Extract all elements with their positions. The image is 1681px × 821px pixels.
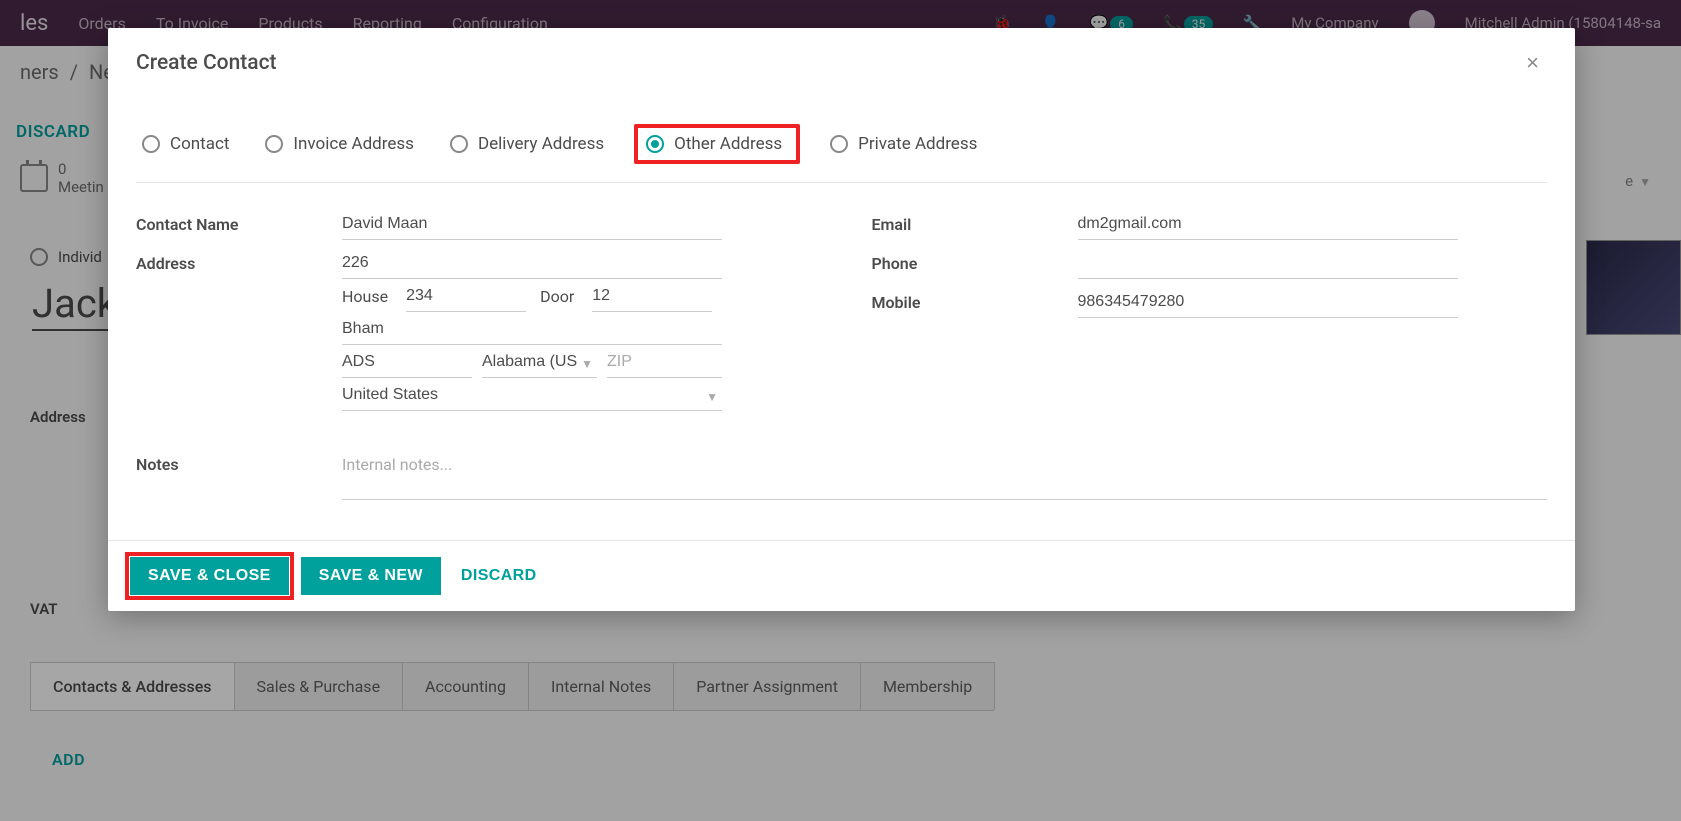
radio-icon (265, 135, 283, 153)
label-contact-name: Contact Name (136, 209, 342, 234)
radio-private-address[interactable]: Private Address (824, 130, 983, 158)
input-door[interactable] (592, 281, 712, 312)
form-grid: Contact Name Address House Door (136, 209, 1547, 419)
input-street2[interactable] (342, 314, 722, 345)
radio-delivery-address[interactable]: Delivery Address (444, 130, 610, 158)
form-col-left: Contact Name Address House Door (136, 209, 812, 419)
radio-label: Invoice Address (293, 134, 414, 154)
radio-contact[interactable]: Contact (136, 130, 235, 158)
radio-other-address[interactable]: Other Address (634, 124, 800, 164)
create-contact-modal: Create Contact × Contact Invoice Address… (108, 28, 1575, 611)
input-phone[interactable] (1078, 248, 1458, 279)
label-address: Address (136, 248, 342, 273)
notes-row: Notes (136, 449, 1547, 500)
save-new-button[interactable]: SAVE & NEW (301, 557, 441, 595)
label-mobile: Mobile (872, 287, 1078, 312)
label-phone: Phone (872, 248, 1078, 273)
label-house: House (342, 287, 388, 306)
input-state[interactable] (482, 347, 597, 378)
radio-icon (450, 135, 468, 153)
discard-button[interactable]: DISCARD (453, 557, 555, 595)
input-city[interactable] (342, 347, 472, 378)
input-contact-name[interactable] (342, 209, 722, 240)
input-email[interactable] (1078, 209, 1458, 240)
input-street[interactable] (342, 248, 722, 279)
radio-label: Delivery Address (478, 134, 604, 154)
input-house[interactable] (406, 281, 526, 312)
address-type-radios: Contact Invoice Address Delivery Address… (136, 106, 1547, 183)
radio-icon (142, 135, 160, 153)
radio-invoice-address[interactable]: Invoice Address (259, 130, 420, 158)
close-button[interactable]: × (1518, 46, 1547, 80)
radio-label: Private Address (858, 134, 977, 154)
modal-title: Create Contact (136, 51, 277, 75)
input-mobile[interactable] (1078, 287, 1458, 318)
label-door: Door (540, 287, 574, 306)
radio-icon (646, 135, 664, 153)
form-col-right: Email Phone Mobile (872, 209, 1548, 419)
input-country[interactable] (342, 380, 722, 411)
modal-header: Create Contact × (108, 28, 1575, 98)
input-zip[interactable] (607, 347, 722, 378)
radio-icon (830, 135, 848, 153)
label-email: Email (872, 209, 1078, 234)
radio-label: Other Address (674, 134, 782, 154)
label-notes: Notes (136, 449, 342, 500)
modal-footer: SAVE & CLOSE SAVE & NEW DISCARD (108, 540, 1575, 611)
save-close-button[interactable]: SAVE & CLOSE (130, 557, 289, 595)
input-notes[interactable] (342, 449, 1547, 500)
modal-body: Contact Invoice Address Delivery Address… (108, 98, 1575, 540)
radio-label: Contact (170, 134, 229, 154)
